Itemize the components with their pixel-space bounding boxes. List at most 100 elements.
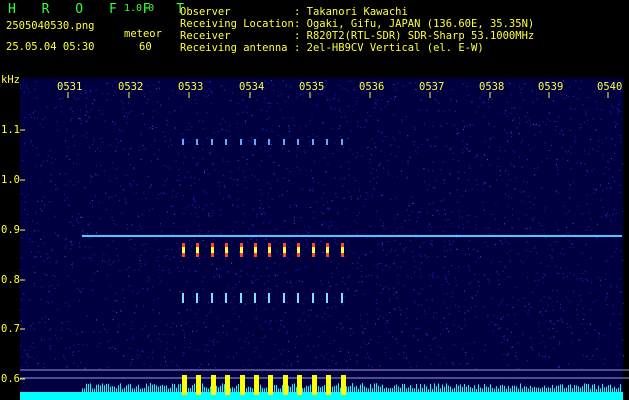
- noise-dot: [468, 343, 470, 345]
- noise-dot: [585, 112, 587, 114]
- noise-dot: [57, 130, 59, 132]
- noise-dot: [347, 288, 349, 290]
- noise-dot: [558, 116, 560, 118]
- noise-dot: [80, 92, 82, 94]
- noise-dot: [92, 206, 93, 208]
- noise-dot: [450, 249, 452, 251]
- noise-dot: [242, 204, 244, 206]
- noise-dot: [197, 349, 199, 351]
- noise-dot: [217, 318, 219, 320]
- noise-dot: [296, 232, 298, 234]
- noise-bar: [388, 388, 389, 392]
- noise-dot: [324, 86, 326, 88]
- noise-dot: [532, 124, 534, 125]
- noise-dot: [166, 178, 168, 180]
- echo-mid-core: [268, 247, 271, 253]
- noise-dot: [217, 332, 219, 334]
- noise-dot: [508, 353, 510, 355]
- noise-dot: [324, 157, 326, 158]
- noise-dot: [238, 167, 240, 169]
- noise-dot: [414, 271, 416, 273]
- noise-dot: [376, 182, 377, 184]
- noise-dot: [429, 243, 431, 245]
- noise-dot: [458, 310, 460, 312]
- noise-dot: [437, 101, 439, 103]
- noise-dot: [525, 116, 527, 118]
- noise-dot: [50, 180, 52, 182]
- noise-dot: [244, 341, 246, 343]
- noise-dot: [622, 163, 624, 165]
- noise-dot: [497, 166, 499, 167]
- noise-dot: [491, 214, 493, 215]
- noise-dot: [278, 330, 280, 332]
- noise-dot: [24, 196, 26, 198]
- noise-dot: [477, 250, 478, 252]
- noise-dot: [432, 125, 434, 127]
- noise-dot: [82, 288, 84, 290]
- noise-dot: [397, 82, 399, 84]
- noise-dot: [338, 263, 340, 265]
- noise-dot: [538, 322, 540, 324]
- noise-dot: [186, 129, 188, 131]
- noise-dot: [395, 197, 397, 199]
- noise-dot: [174, 213, 176, 215]
- noise-dot: [534, 134, 536, 136]
- noise-dot: [525, 214, 527, 216]
- noise-dot: [483, 182, 485, 184]
- noise-dot: [466, 86, 468, 87]
- noise-dot: [171, 205, 173, 207]
- noise-dot: [149, 365, 151, 367]
- noise-dot: [582, 280, 584, 282]
- noise-dot: [242, 99, 244, 101]
- noise-dot: [325, 145, 326, 147]
- noise-dot: [153, 84, 155, 86]
- noise-dot: [390, 98, 392, 100]
- noise-dot: [497, 158, 499, 160]
- noise-dot: [130, 110, 132, 112]
- noise-dot: [433, 317, 435, 319]
- noise-dot: [131, 321, 133, 323]
- noise-dot: [596, 108, 598, 110]
- noise-dot: [52, 274, 54, 276]
- noise-dot: [423, 181, 425, 183]
- noise-dot: [544, 274, 546, 276]
- noise-dot: [266, 111, 268, 113]
- noise-bar: [410, 385, 411, 392]
- noise-dot: [466, 214, 468, 216]
- noise-dot: [269, 323, 271, 325]
- noise-dot: [93, 254, 95, 256]
- noise-bar: [234, 388, 235, 392]
- noise-dot: [416, 318, 417, 320]
- noise-dot: [24, 209, 25, 210]
- noise-dot: [424, 313, 426, 315]
- noise-dot: [569, 197, 571, 199]
- noise-dot: [366, 191, 367, 193]
- noise-dot: [230, 99, 232, 101]
- noise-dot: [255, 347, 257, 349]
- noise-dot: [139, 225, 141, 227]
- noise-dot: [338, 100, 340, 102]
- noise-dot: [282, 363, 284, 365]
- noise-dot: [573, 274, 575, 276]
- noise-dot: [178, 169, 180, 171]
- noise-bar: [274, 385, 275, 392]
- noise-dot: [590, 218, 592, 220]
- noise-dot: [418, 211, 420, 213]
- noise-bar: [596, 389, 597, 392]
- noise-dot: [343, 146, 345, 148]
- noise-dot: [429, 345, 431, 347]
- noise-dot: [94, 272, 96, 274]
- noise-dot: [183, 352, 185, 354]
- noise-dot: [456, 189, 458, 191]
- noise-dot: [466, 124, 468, 126]
- noise-dot: [573, 96, 575, 97]
- noise-dot: [105, 298, 107, 300]
- noise-bar: [224, 384, 225, 392]
- noise-dot: [606, 187, 608, 189]
- noise-dot: [114, 348, 116, 349]
- noise-dot: [437, 354, 439, 356]
- noise-dot: [207, 351, 209, 353]
- noise-dot: [393, 114, 395, 116]
- noise-bar: [130, 383, 131, 392]
- noise-dot: [132, 290, 134, 292]
